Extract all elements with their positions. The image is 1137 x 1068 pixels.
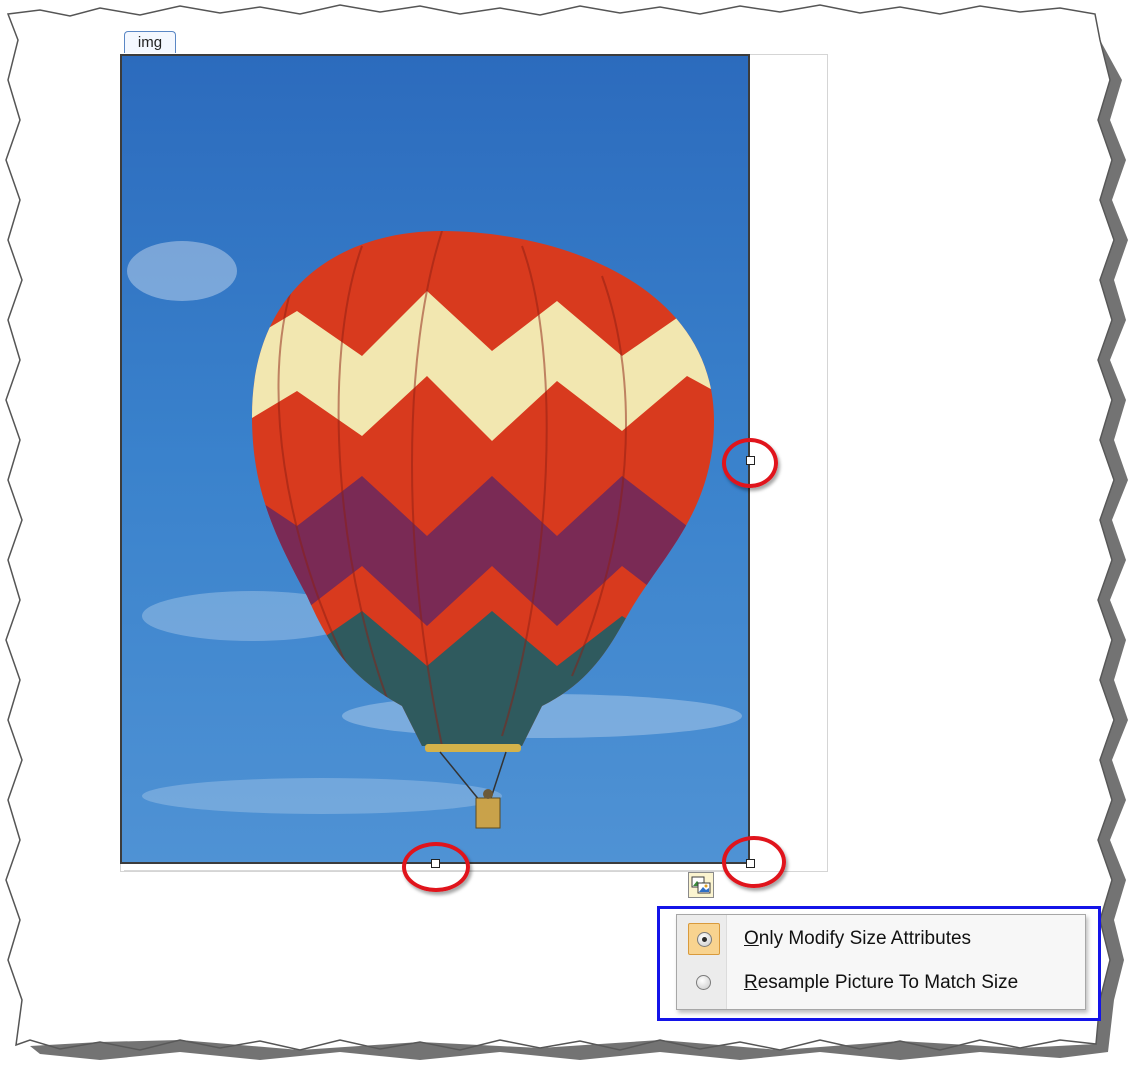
resize-options-menu: Only Modify Size Attributes Resample Pic… xyxy=(676,914,1086,1010)
balloon-image[interactable] xyxy=(120,54,750,864)
option-label-rest: nly Modify Size Attributes xyxy=(758,928,972,949)
highlight-circle-bottom xyxy=(402,842,470,892)
radio-unselected-icon xyxy=(696,975,711,990)
option-label: Only Modify Size Attributes xyxy=(744,928,971,950)
highlight-circle-right xyxy=(722,438,778,488)
option-only-modify-size-attributes[interactable]: Only Modify Size Attributes xyxy=(677,919,1085,959)
highlight-circle-corner xyxy=(722,836,786,888)
option-resample-picture-to-match-size[interactable]: Resample Picture To Match Size xyxy=(677,963,1085,1003)
hot-air-balloon-photo-icon xyxy=(122,56,748,862)
option-label: Resample Picture To Match Size xyxy=(744,972,1018,994)
access-key: O xyxy=(744,928,759,949)
access-key: R xyxy=(744,972,758,993)
radio-selected-icon xyxy=(697,932,712,947)
unchecked-indicator xyxy=(688,967,720,999)
checked-indicator xyxy=(688,923,720,955)
img-tag-label[interactable]: img xyxy=(124,31,176,53)
picture-options-icon[interactable] xyxy=(688,872,714,898)
picture-options-glyph-icon xyxy=(691,876,711,894)
option-label-rest: esample Picture To Match Size xyxy=(757,972,1019,993)
